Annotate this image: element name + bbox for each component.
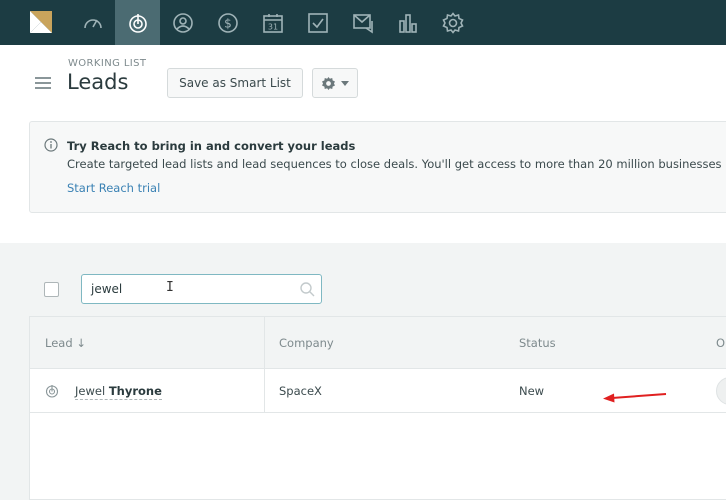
lead-first-name: Jewel (75, 384, 106, 398)
text-cursor-icon: I (166, 280, 174, 295)
table-header: Lead ↓ Company Status O (30, 317, 726, 369)
top-navigation: $ 31 (0, 0, 726, 45)
chevron-down-icon (341, 80, 349, 86)
lead-status: New (519, 384, 545, 398)
leads-icon (128, 13, 147, 33)
list-settings-button[interactable] (312, 68, 358, 98)
dashboard-icon (83, 18, 102, 28)
nav-communications[interactable] (340, 0, 385, 45)
lead-company: SpaceX (279, 384, 322, 398)
search-value: jewel (91, 282, 123, 296)
menu-icon[interactable] (35, 77, 51, 89)
nav-calendar[interactable]: 31 (250, 0, 295, 45)
start-reach-trial-link[interactable]: Start Reach trial (67, 181, 160, 195)
communications-icon (352, 13, 373, 33)
banner-title: Try Reach to bring in and convert your l… (67, 139, 356, 153)
logo-icon[interactable] (30, 11, 52, 33)
annotation-arrow-icon (603, 393, 667, 403)
nav-dashboard[interactable] (70, 0, 115, 45)
search-icon (300, 282, 315, 297)
save-as-smart-list-button[interactable]: Save as Smart List (167, 68, 303, 98)
lead-icon (45, 385, 59, 398)
contacts-icon (172, 12, 193, 33)
working-list-label: WORKING LIST (68, 58, 147, 69)
column-header-company[interactable]: Company (279, 336, 334, 350)
column-header-owner[interactable]: O (716, 336, 725, 350)
info-icon (44, 138, 58, 152)
avatar[interactable] (716, 377, 726, 405)
page-title: Leads (67, 70, 129, 94)
svg-text:$: $ (224, 16, 232, 30)
nav-deals[interactable]: $ (205, 0, 250, 45)
nav-settings[interactable] (430, 0, 475, 45)
nav-tasks[interactable] (295, 0, 340, 45)
gear-icon (322, 76, 335, 90)
nav-leads[interactable] (115, 0, 160, 45)
banner-text: Create targeted lead lists and lead sequ… (67, 157, 722, 171)
nav-reports[interactable] (385, 0, 430, 45)
tasks-icon (307, 12, 328, 33)
search-input[interactable]: jewel I (81, 274, 322, 304)
select-all-checkbox[interactable] (44, 282, 59, 297)
leads-table: Lead ↓ Company Status O Jewel Thyrone Sp… (29, 316, 726, 500)
nav-contacts[interactable] (160, 0, 205, 45)
lead-last-name: Thyrone (108, 384, 162, 398)
lead-name-link[interactable]: Jewel Thyrone (75, 384, 162, 400)
column-header-lead[interactable]: Lead ↓ (45, 336, 86, 350)
deals-icon: $ (217, 12, 238, 33)
calendar-icon: 31 (262, 13, 283, 33)
column-header-status[interactable]: Status (519, 336, 556, 350)
reports-icon (398, 13, 417, 33)
settings-icon (441, 11, 464, 34)
svg-text:31: 31 (267, 22, 277, 31)
